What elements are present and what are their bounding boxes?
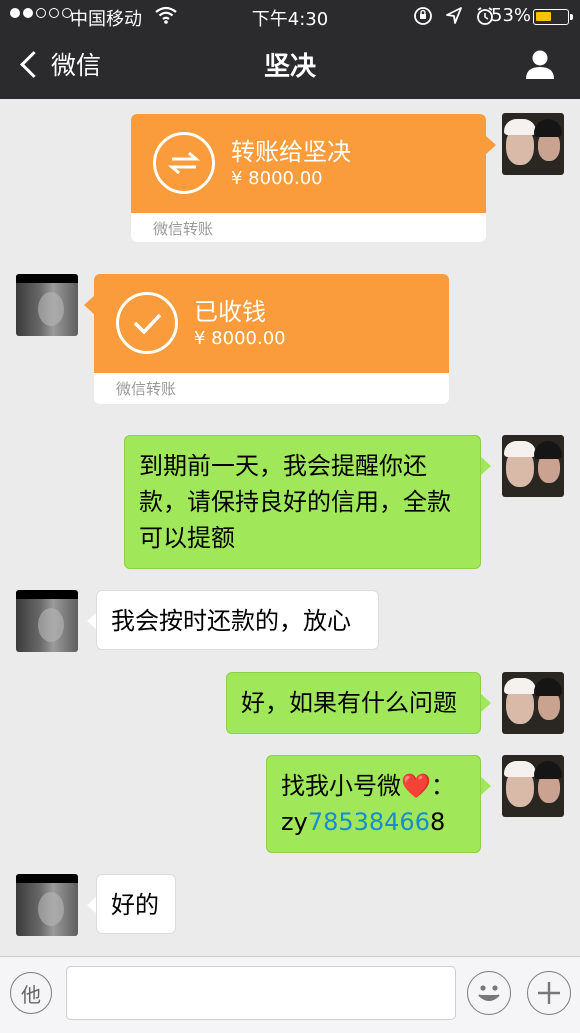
phone-number-link[interactable]: 78538466 xyxy=(308,808,430,836)
message-text: ： xyxy=(430,772,455,800)
bubble-tail xyxy=(84,296,94,314)
rotation-lock-icon xyxy=(414,7,432,25)
avatar[interactable] xyxy=(502,755,564,817)
avatar[interactable] xyxy=(502,113,564,175)
message-input[interactable] xyxy=(66,966,456,1020)
message-bubble[interactable]: 找我小号微❤️： zy785384668 xyxy=(266,755,481,853)
message-text: zy xyxy=(281,808,308,836)
battery-percent: 53% xyxy=(491,5,532,26)
transfer-card-received[interactable]: 已收钱 ¥ 8000.00 微信转账 xyxy=(94,274,449,404)
message-line: 款，请保持良好的信用，全款 xyxy=(139,488,451,516)
location-icon xyxy=(446,7,462,24)
transfer-card-sent[interactable]: 转账给坚决 ¥ 8000.00 微信转账 xyxy=(131,114,486,242)
transfer-footer: 微信转账 xyxy=(153,220,214,238)
smiley-icon[interactable] xyxy=(467,971,511,1015)
message-bubble[interactable]: 我会按时还款的，放心 xyxy=(96,590,379,650)
heart-emoji: ❤️ xyxy=(401,772,431,800)
bubble-tail xyxy=(481,777,491,795)
transfer-title: 转账给坚决 xyxy=(231,138,351,166)
status-bar: 中国移动 下午4:30 53% xyxy=(0,0,580,32)
message-line: 到期前一天，我会提醒你还 xyxy=(139,452,427,480)
message-bubble[interactable]: 好，如果有什么问题 xyxy=(226,672,481,734)
person-icon[interactable] xyxy=(524,48,556,80)
avatar[interactable] xyxy=(16,874,78,936)
avatar[interactable] xyxy=(16,590,78,652)
transfer-footer: 微信转账 xyxy=(116,380,177,398)
transfer-amount: ¥ 8000.00 xyxy=(194,328,286,349)
battery-icon xyxy=(533,9,573,25)
message-text: 好的 xyxy=(111,891,159,919)
plus-icon[interactable] xyxy=(527,971,571,1015)
transfer-arrows-icon xyxy=(153,132,215,194)
check-icon xyxy=(116,292,178,354)
avatar[interactable] xyxy=(502,435,564,497)
avatar[interactable] xyxy=(502,672,564,734)
message-bubble[interactable]: 到期前一天，我会提醒你还 款，请保持良好的信用，全款 可以提额 xyxy=(124,435,481,569)
bubble-tail xyxy=(481,694,491,712)
top-bar: 中国移动 下午4:30 53% 微信 坚决 xyxy=(0,0,580,99)
chat-title: 坚决 xyxy=(263,52,316,82)
transfer-title: 已收钱 xyxy=(194,298,266,326)
message-line: 可以提额 xyxy=(139,524,235,552)
bubble-tail xyxy=(486,136,496,154)
bubble-tail xyxy=(481,457,491,475)
transfer-amount: ¥ 8000.00 xyxy=(231,168,323,189)
input-bar: 他 xyxy=(0,956,580,1033)
message-text: 我会按时还款的，放心 xyxy=(111,607,351,635)
message-text: 找我小号微 xyxy=(281,772,401,800)
message-text: 8 xyxy=(429,808,446,836)
message-text: 好，如果有什么问题 xyxy=(241,689,457,717)
voice-toggle-button[interactable]: 他 xyxy=(10,972,52,1014)
avatar[interactable] xyxy=(16,274,78,336)
message-bubble[interactable]: 好的 xyxy=(96,874,176,934)
